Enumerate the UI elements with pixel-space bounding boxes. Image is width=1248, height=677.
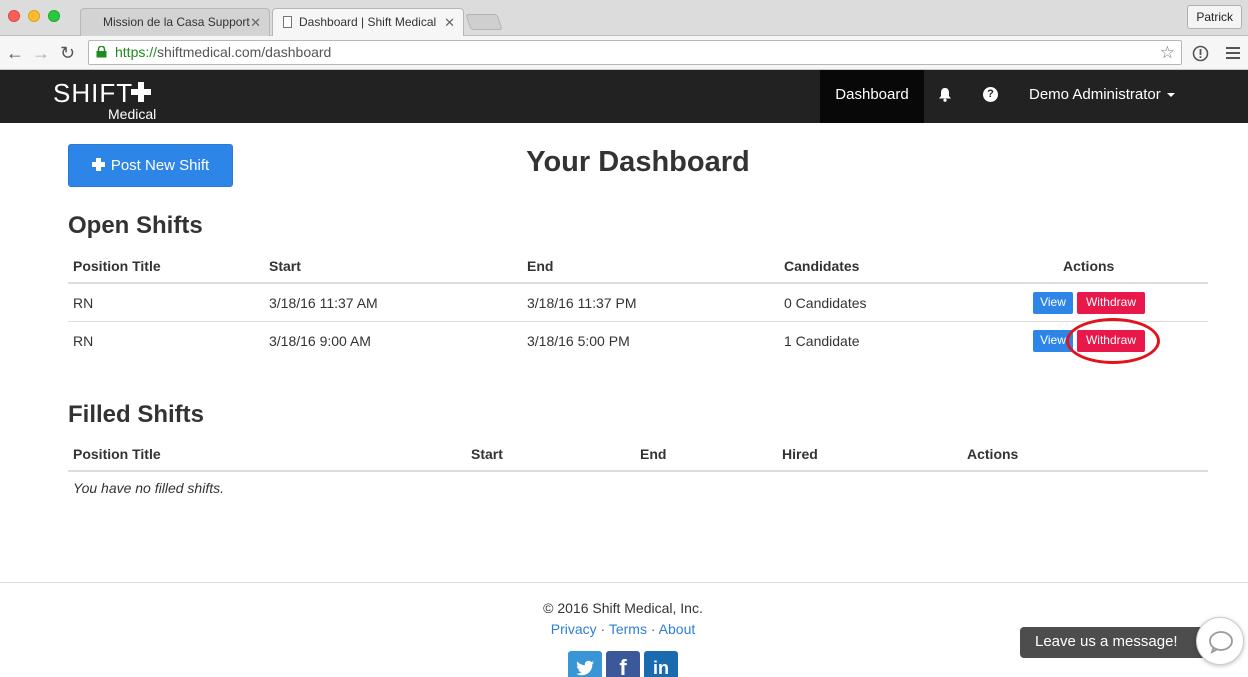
- plus-icon: [131, 82, 151, 102]
- annotation-circle: [1066, 318, 1160, 364]
- candidates-cell: 0 Candidates: [784, 295, 867, 311]
- withdraw-button[interactable]: Withdraw: [1077, 292, 1145, 314]
- site-navbar: SHIFT Medical Dashboard ? Demo Administr…: [0, 70, 1248, 123]
- url-path: shiftmedical.com/dashboard: [157, 44, 332, 60]
- logo-wordmark: SHIFT: [53, 78, 134, 108]
- address-bar[interactable]: https://shiftmedical.com/dashboard ☆: [88, 40, 1182, 65]
- chat-bubble-icon[interactable]: [1196, 617, 1244, 665]
- chat-prompt[interactable]: Leave us a message!: [1020, 627, 1208, 658]
- url-scheme: https://: [115, 44, 158, 60]
- column-header: Hired: [782, 446, 818, 462]
- column-header: End: [527, 258, 554, 274]
- facebook-icon[interactable]: f: [606, 651, 640, 677]
- bell-icon[interactable]: [936, 70, 956, 123]
- new-tab-button[interactable]: [465, 14, 503, 30]
- start-cell: 3/18/16 11:37 AM: [269, 295, 378, 311]
- terms-link[interactable]: Terms: [609, 621, 647, 637]
- column-header: Start: [269, 258, 301, 274]
- user-name: Demo Administrator: [1029, 86, 1161, 103]
- user-menu[interactable]: Demo Administrator: [1029, 70, 1175, 123]
- shift-medical-logo[interactable]: SHIFT Medical: [53, 78, 163, 122]
- open-shifts-table: Position Title Start End Candidates Acti…: [68, 250, 1208, 360]
- twitter-icon[interactable]: [568, 651, 602, 677]
- position-cell: RN: [73, 295, 94, 311]
- column-header: Position Title: [73, 258, 161, 274]
- profile-button[interactable]: Patrick: [1187, 5, 1242, 29]
- tab-mission-support[interactable]: Mission de la Casa Support ✕: [80, 8, 270, 36]
- document-icon: [283, 16, 292, 28]
- column-header: Actions: [967, 446, 1019, 462]
- linkedin-icon[interactable]: in: [644, 651, 678, 677]
- lock-icon: [96, 46, 107, 58]
- end-cell: 3/18/16 11:37 PM: [527, 295, 637, 311]
- table-row: You have no filled shifts.: [68, 472, 1208, 506]
- candidates-cell: 1 Candidate: [784, 333, 860, 349]
- tab-dashboard[interactable]: Dashboard | Shift Medical ✕: [272, 8, 464, 37]
- post-new-shift-button[interactable]: Post New Shift: [68, 144, 233, 187]
- footer-divider: [0, 582, 1248, 583]
- footer-copyright: © 2016 Shift Medical, Inc.: [543, 600, 703, 616]
- table-row: RN 3/18/16 9:00 AM 3/18/16 5:00 PM 1 Can…: [68, 322, 1208, 360]
- column-header: Start: [471, 446, 503, 462]
- about-link[interactable]: About: [659, 621, 696, 637]
- table-row: RN 3/18/16 11:37 AM 3/18/16 11:37 PM 0 C…: [68, 284, 1208, 322]
- star-icon[interactable]: ☆: [1160, 41, 1175, 64]
- caret-down-icon: [1166, 93, 1175, 98]
- browser-tab-strip: Mission de la Casa Support ✕ Dashboard |…: [0, 0, 1248, 37]
- reload-icon[interactable]: ↻: [60, 41, 75, 65]
- column-header: Actions: [1063, 258, 1115, 274]
- link-separator: ·: [646, 621, 659, 637]
- forward-arrow-icon[interactable]: →: [32, 41, 50, 65]
- tab-label: Mission de la Casa Support: [103, 15, 250, 29]
- maximize-window-button[interactable]: [48, 10, 60, 22]
- table-header: Position Title Start End Hired Actions: [68, 438, 1208, 472]
- privacy-link[interactable]: Privacy: [551, 621, 597, 637]
- position-cell: RN: [73, 333, 94, 349]
- browser-toolbar: ← → ↻ https://shiftmedical.com/dashboard…: [0, 36, 1248, 70]
- plus-icon: [91, 158, 105, 171]
- back-arrow-icon[interactable]: ←: [6, 41, 24, 65]
- facebook-glyph: f: [619, 655, 627, 677]
- tab-label: Dashboard | Shift Medical: [299, 15, 437, 29]
- close-icon[interactable]: ✕: [444, 9, 455, 36]
- filled-shifts-table: Position Title Start End Hired Actions Y…: [68, 438, 1208, 506]
- start-cell: 3/18/16 9:00 AM: [269, 333, 371, 349]
- linkedin-glyph: in: [653, 658, 669, 677]
- open-shifts-heading: Open Shifts: [68, 212, 203, 239]
- filled-shifts-heading: Filled Shifts: [68, 401, 205, 428]
- help-glyph: ?: [983, 87, 998, 102]
- close-icon[interactable]: ✕: [250, 9, 261, 36]
- info-icon[interactable]: [1192, 45, 1209, 62]
- column-header: Position Title: [73, 446, 161, 462]
- column-header: Candidates: [784, 258, 860, 274]
- column-header: End: [640, 446, 667, 462]
- link-separator: ·: [596, 621, 609, 637]
- minimize-window-button[interactable]: [28, 10, 40, 22]
- help-icon[interactable]: ?: [983, 70, 999, 123]
- nav-dashboard[interactable]: Dashboard: [820, 70, 924, 123]
- end-cell: 3/18/16 5:00 PM: [527, 333, 630, 349]
- table-header: Position Title Start End Candidates Acti…: [68, 250, 1208, 284]
- view-button[interactable]: View: [1033, 292, 1073, 314]
- empty-state-message: You have no filled shifts.: [73, 480, 224, 496]
- logo-subtitle: Medical: [108, 106, 157, 122]
- post-new-shift-label: Post New Shift: [110, 157, 210, 174]
- menu-icon[interactable]: [1226, 46, 1240, 60]
- close-window-button[interactable]: [8, 10, 20, 22]
